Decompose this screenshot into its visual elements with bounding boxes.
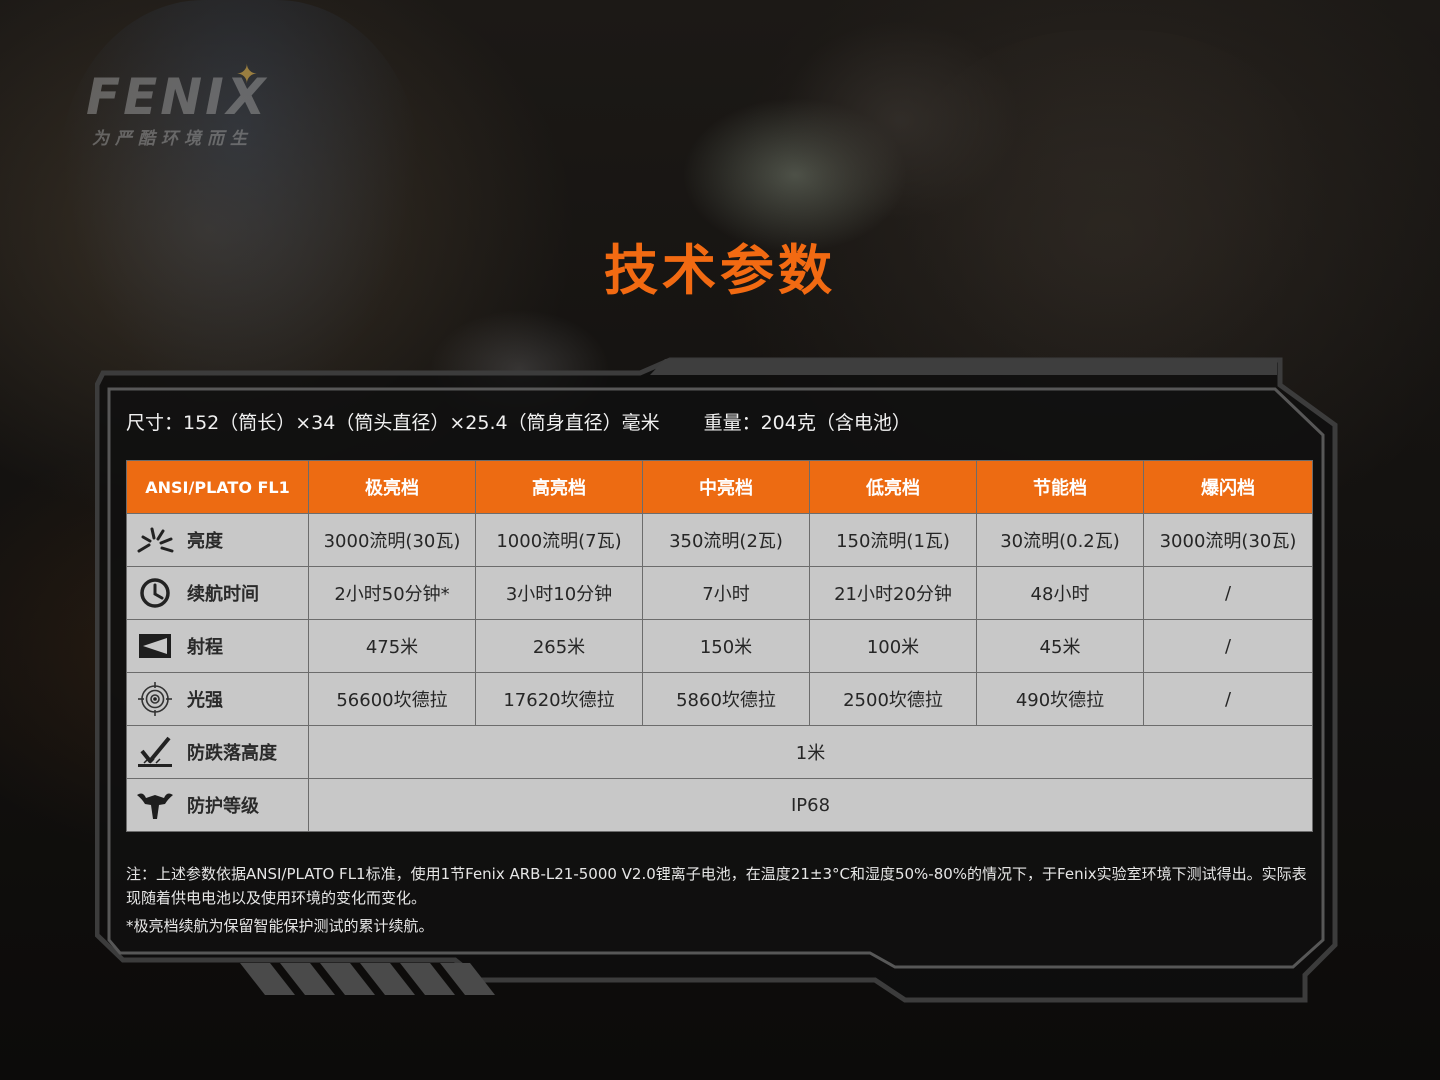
table-cell: 21小时20分钟 [809,566,977,620]
table-row: 光强 56600坎德拉 17620坎德拉 5860坎德拉 2500坎德拉 490… [126,672,1313,726]
brand-logo: FENIX ✦ 为严酷环境而生 [86,60,326,149]
table-cell: / [1143,566,1313,620]
header-eco: 节能档 [976,460,1144,514]
table-row: 续航时间 2小时50分钟* 3小时10分钟 7小时 21小时20分钟 48小时 … [126,566,1313,620]
row-label: 射程 [187,637,223,658]
table-row: 防护等级 IP68 [126,778,1313,832]
table-cell: 3000流明(30瓦) [1143,513,1313,567]
background-glove-flashlight [780,20,1020,220]
table-cell: 7小时 [642,566,810,620]
row-label-cell: 光强 [126,672,309,726]
clock-icon [135,576,175,610]
row-label-cell: 射程 [126,619,309,673]
table-cell: 475米 [308,619,476,673]
table-header-row: ANSI/PLATO FL1 极亮档 高亮档 中亮档 低亮档 节能档 爆闪档 [126,460,1313,514]
beam-distance-icon [135,629,175,663]
row-label: 续航时间 [187,584,259,605]
row-label: 光强 [187,690,223,711]
row-label-cell: 防跌落高度 [126,725,309,779]
table-cell: / [1143,619,1313,673]
logo-slogan: 为严酷环境而生 [92,129,253,149]
spec-table: ANSI/PLATO FL1 极亮档 高亮档 中亮档 低亮档 节能档 爆闪档 亮… [126,460,1313,832]
row-label: 防跌落高度 [187,743,277,764]
table-row: 射程 475米 265米 150米 100米 45米 / [126,619,1313,673]
header-low: 低亮档 [809,460,977,514]
dimensions-text: 尺寸：152（筒长）×34（筒头直径）×25.4（筒身直径）毫米 [126,412,660,434]
header-high: 高亮档 [475,460,643,514]
dimensions-weight-line: 尺寸：152（筒长）×34（筒头直径）×25.4（筒身直径）毫米 重量：204克（… [126,408,911,435]
brightness-icon [135,523,175,557]
footnote-test-conditions: 注：上述参数依据ANSI/PLATO FL1标准，使用1节Fenix ARB-L… [126,865,1307,907]
table-cell: 56600坎德拉 [308,672,476,726]
header-strobe: 爆闪档 [1143,460,1313,514]
table-cell: 45米 [976,619,1144,673]
table-cell-merged: IP68 [308,778,1313,832]
row-label: 防护等级 [187,796,259,817]
impact-drop-icon [135,735,175,769]
table-cell-merged: 1米 [308,725,1313,779]
table-cell: 3小时10分钟 [475,566,643,620]
table-cell: 5860坎德拉 [642,672,810,726]
row-label-cell: 防护等级 [126,778,309,832]
table-cell: / [1143,672,1313,726]
table-cell: 150米 [642,619,810,673]
row-label-cell: 亮度 [126,513,309,567]
row-label-cell: 续航时间 [126,566,309,620]
table-cell: 3000流明(30瓦) [308,513,476,567]
table-row: 防跌落高度 1米 [126,725,1313,779]
footnote-turbo-runtime: *极亮档续航为保留智能保护测试的累计续航。 [126,917,434,935]
logo-star-icon: ✦ [236,60,258,90]
row-label: 亮度 [187,531,223,552]
waterproof-icon [135,788,175,822]
table-cell: 2小时50分钟* [308,566,476,620]
header-medium: 中亮档 [642,460,810,514]
weight-text: 重量：204克（含电池） [703,412,911,434]
table-cell: 490坎德拉 [976,672,1144,726]
page-title: 技术参数 [604,239,836,302]
header-turbo: 极亮档 [308,460,476,514]
intensity-target-icon [135,682,175,716]
table-cell: 1000流明(7瓦) [475,513,643,567]
footnotes: 注：上述参数依据ANSI/PLATO FL1标准，使用1节Fenix ARB-L… [126,862,1318,938]
table-cell: 150流明(1瓦) [809,513,977,567]
table-cell: 48小时 [976,566,1144,620]
table-cell: 2500坎德拉 [809,672,977,726]
table-cell: 17620坎德拉 [475,672,643,726]
table-row: 亮度 3000流明(30瓦) 1000流明(7瓦) 350流明(2瓦) 150流… [126,513,1313,567]
header-standard: ANSI/PLATO FL1 [126,460,309,514]
table-cell: 265米 [475,619,643,673]
table-cell: 350流明(2瓦) [642,513,810,567]
table-cell: 100米 [809,619,977,673]
table-cell: 30流明(0.2瓦) [976,513,1144,567]
